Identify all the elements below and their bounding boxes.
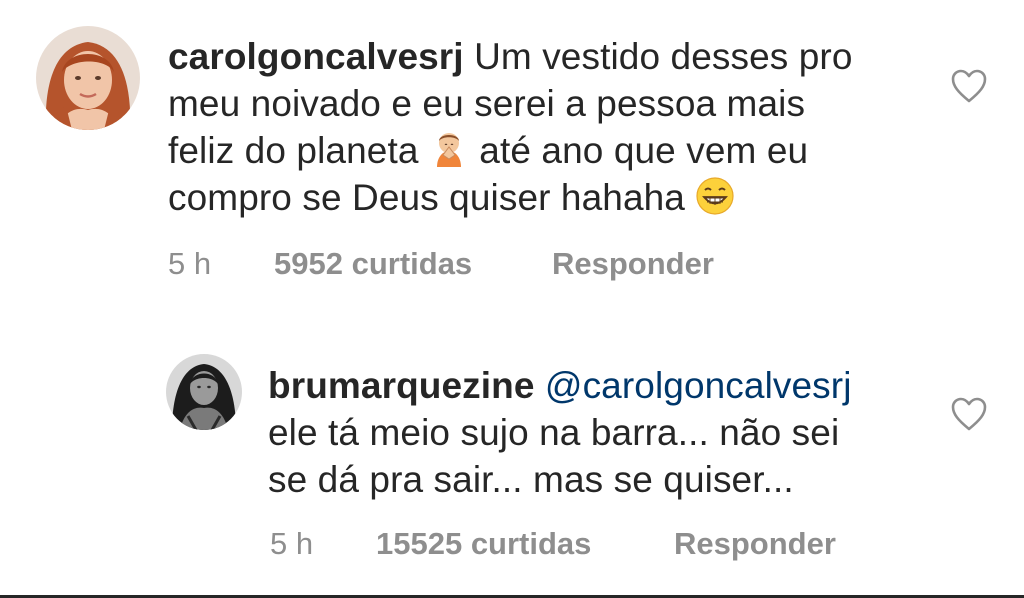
comment-line-3: feliz do planeta até ano que vem eu xyxy=(168,127,928,174)
like-heart-icon[interactable] xyxy=(950,396,988,432)
likes-count[interactable]: 15525 curtidas xyxy=(376,526,591,562)
comment-text: até ano que vem eu xyxy=(479,130,809,171)
comment-line-2: ele tá meio sujo na barra... não sei xyxy=(268,412,840,453)
comment-time: 5 h xyxy=(168,246,212,281)
grinning-face-emoji xyxy=(695,176,735,216)
comment-time: 5 h xyxy=(270,526,314,561)
comment-line-2: meu noivado e eu serei a pessoa mais xyxy=(168,83,806,124)
comment-username[interactable]: carolgoncalvesrj xyxy=(168,36,464,77)
comment-username[interactable]: brumarquezine xyxy=(268,365,535,406)
likes-count[interactable]: 5952 curtidas xyxy=(274,246,472,282)
comment-line-4: compro se Deus quiser hahaha xyxy=(168,174,928,221)
comment-text: Um vestido desses pro xyxy=(474,36,853,77)
comment-line-1: brumarquezine @carolgoncalvesrj xyxy=(268,362,948,409)
comment-meta: 5 h 5952 curtidas Responder xyxy=(168,246,768,286)
mention-link[interactable]: @carolgoncalvesrj xyxy=(545,365,852,406)
comment-text: feliz do planeta xyxy=(168,130,419,171)
comment-line-1: carolgoncalvesrj Um vestido desses pro xyxy=(168,33,928,80)
like-heart-icon[interactable] xyxy=(950,68,988,104)
reply-button[interactable]: Responder xyxy=(552,246,714,282)
avatar[interactable] xyxy=(166,354,242,430)
reply-button[interactable]: Responder xyxy=(674,526,836,562)
comment-meta: 5 h 15525 curtidas Responder xyxy=(270,526,890,566)
person-bowing-emoji xyxy=(429,129,469,169)
avatar[interactable] xyxy=(36,26,140,130)
comment-line-3: se dá pra sair... mas se quiser... xyxy=(268,459,794,500)
comment-text: compro se Deus quiser hahaha xyxy=(168,177,685,218)
